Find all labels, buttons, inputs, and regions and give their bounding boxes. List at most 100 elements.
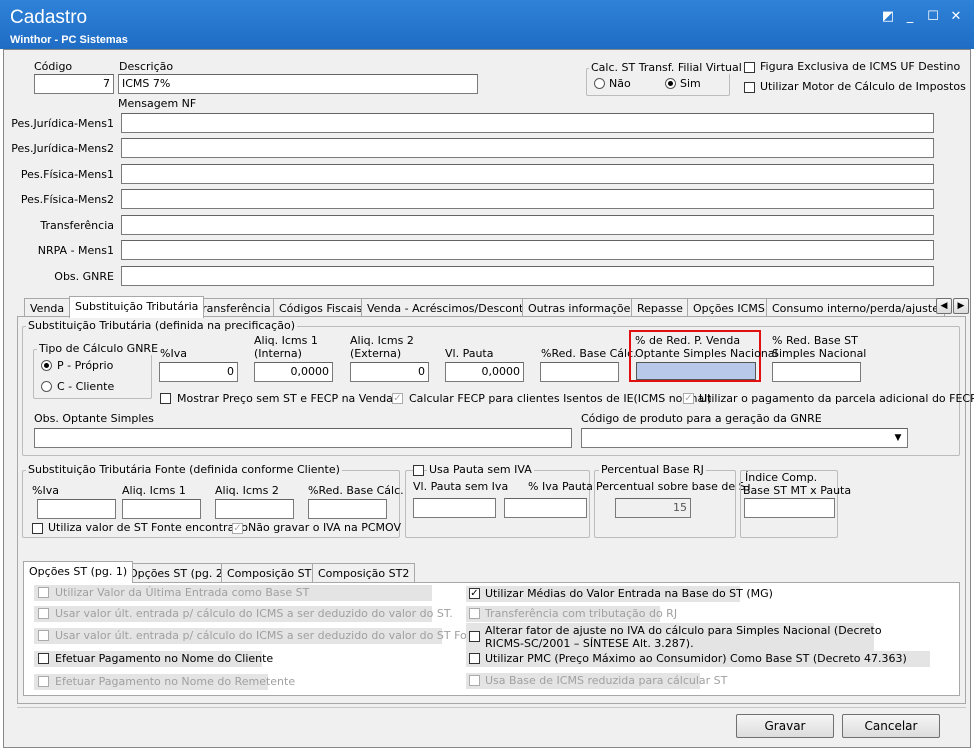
aliq-int-label1: Aliq. Icms 1 — [254, 334, 318, 347]
maximize-icon[interactable]: ☐ — [923, 9, 943, 24]
minimize-icon[interactable]: _ — [900, 9, 920, 24]
pagamento-cliente-checkbox[interactable] — [38, 653, 49, 664]
transferencia-rj-checkbox[interactable] — [469, 608, 480, 619]
tab-venda-acrescimos[interactable]: Venda - Acréscimos/Descontos — [361, 298, 542, 318]
tab-repasse[interactable]: Repasse — [631, 298, 689, 318]
subtab-opcoes-st-1[interactable]: Opções ST (pg. 1) — [23, 561, 134, 583]
tab-scroll-left-button[interactable]: ◀ — [936, 298, 952, 314]
tab-venda[interactable]: Venda — [24, 298, 71, 318]
red-venda-label2: Optante Simples Nacional — [635, 347, 778, 360]
nao-gravar-checkbox[interactable]: ✓ — [232, 523, 243, 534]
gnre-p-label: P - Próprio — [57, 359, 114, 372]
descricao-label: Descrição — [119, 60, 174, 73]
utiliza-valor-checkbox[interactable] — [32, 523, 43, 534]
usa-pauta-checkbox[interactable] — [413, 465, 424, 476]
utilizar-medias-checkbox[interactable]: ✓ — [469, 588, 480, 599]
usar-valor-st-checkbox[interactable] — [38, 608, 49, 619]
red-base-input[interactable] — [540, 362, 619, 382]
red-base-label: %Red. Base Cálc. — [541, 347, 637, 360]
cancelar-button[interactable]: Cancelar — [842, 714, 940, 738]
alterar-fator-label: Alterar fator de ajuste no IVA do cálcul… — [485, 624, 882, 637]
utiliza-valor-label: Utiliza valor de ST Fonte encontrado — [48, 521, 249, 534]
aliq-int-input[interactable]: 0,0000 — [254, 362, 333, 382]
tab-substituicao-tributaria[interactable]: Substituição Tributária — [69, 296, 205, 318]
red-base-st-label2: Simples Nacional — [772, 347, 867, 360]
subtab-composicao-st2[interactable]: Composição ST2 — [312, 563, 416, 583]
usar-valor-st-fonte-checkbox[interactable] — [38, 630, 49, 641]
percentual-input[interactable]: 15 — [615, 498, 691, 518]
fonte-red-label: %Red. Base Cálc. — [308, 484, 404, 497]
pj-mens2-label: Pes.Jurídica-Mens2 — [11, 142, 114, 155]
base-reduzida-checkbox[interactable] — [469, 675, 480, 686]
descricao-input[interactable]: ICMS 7% — [118, 74, 478, 94]
obs-optante-input[interactable] — [34, 428, 572, 448]
red-venda-input[interactable] — [636, 362, 756, 380]
restore-icon[interactable]: ◩ — [878, 9, 898, 24]
mensagem-nf-label: Mensagem NF — [118, 97, 197, 110]
vl-pauta-sem-iva-input[interactable] — [413, 498, 496, 518]
fonte-aliq1-input[interactable] — [122, 499, 201, 519]
codigo-gnre-select[interactable] — [581, 428, 908, 448]
percentual-title: Percentual Base RJ — [599, 463, 706, 476]
aliq-ext-input[interactable]: 0 — [350, 362, 429, 382]
utilizar-motor-checkbox[interactable] — [744, 82, 755, 93]
fonte-iva-label: %Iva — [32, 484, 59, 497]
usa-pauta-label: Usa Pauta sem IVA — [427, 463, 534, 476]
tab-opcoes-icms[interactable]: Opções ICMS — [687, 298, 771, 318]
tab-scroll-right-button[interactable]: ▶ — [953, 298, 969, 314]
figura-exclusiva-label: Figura Exclusiva de ICMS UF Destino — [760, 60, 961, 73]
iva-pauta-input[interactable] — [504, 498, 587, 518]
pj-mens1-input[interactable] — [121, 113, 934, 133]
obs-gnre-input[interactable] — [121, 266, 934, 286]
pf-mens1-input[interactable] — [121, 164, 934, 184]
fonte-aliq2-input[interactable] — [215, 499, 294, 519]
alterar-fator-checkbox[interactable] — [469, 631, 480, 642]
ultima-entrada-label: Utilizar Valor da Última Entrada como Ba… — [55, 586, 310, 599]
fonte-group-title: Substituição Tributária Fonte (definida … — [26, 463, 342, 476]
window-subtitle: Winthor - PC Sistemas — [10, 34, 128, 46]
nrpa-input[interactable] — [121, 240, 934, 260]
chevron-down-icon[interactable]: ▼ — [891, 431, 905, 446]
alterar-fator-label2: RICMS-SC/2001 – SÍNTESE Alt. 3.287). — [485, 637, 694, 650]
usar-valor-st-fonte-label: Usar valor últ. entrada p/ cálculo do IC… — [55, 629, 489, 642]
gnre-c-label: C - Cliente — [57, 380, 115, 393]
red-base-st-input[interactable] — [772, 362, 861, 382]
aliq-ext-label2: (Externa) — [350, 347, 402, 360]
pagamento-cliente-label: Efetuar Pagamento no Nome do Cliente — [55, 652, 274, 665]
codigo-input[interactable]: 7 — [34, 74, 114, 94]
calc-st-title: Calc. ST Transf. Filial Virtual — [589, 61, 744, 74]
codigo-gnre-label: Código de produto para a geração da GNRE — [581, 412, 822, 425]
subtab-composicao-st1[interactable]: Composição ST1 — [221, 563, 325, 583]
aliq-int-label2: (Interna) — [254, 347, 302, 360]
tab-codigos-fiscais[interactable]: Códigos Fiscais — [273, 298, 369, 318]
gnre-p-radio[interactable] — [41, 360, 52, 371]
utilizar-pagamento-checkbox[interactable]: ✓ — [683, 393, 694, 404]
utilizar-motor-label: Utilizar Motor de Cálculo de Impostos — [760, 80, 966, 93]
figura-exclusiva-checkbox[interactable] — [744, 62, 755, 73]
gravar-button[interactable]: Gravar — [736, 714, 834, 738]
calc-st-sim-radio[interactable] — [665, 78, 676, 89]
fonte-aliq1-label: Aliq. Icms 1 — [122, 484, 186, 497]
calc-st-nao-radio[interactable] — [594, 78, 605, 89]
fonte-iva-input[interactable] — [37, 499, 116, 519]
codigo-label: Código — [34, 60, 73, 73]
fonte-red-input[interactable] — [308, 499, 387, 519]
pagamento-remetente-checkbox[interactable] — [38, 676, 49, 687]
fonte-aliq2-label: Aliq. Icms 2 — [215, 484, 279, 497]
vl-pauta-input[interactable]: 0,0000 — [445, 362, 524, 382]
close-icon[interactable]: ✕ — [946, 9, 966, 24]
indice-input[interactable] — [744, 498, 835, 518]
tab-outras-informacoes[interactable]: Outras informações — [522, 298, 643, 318]
gnre-c-radio[interactable] — [41, 381, 52, 392]
ultima-entrada-checkbox[interactable] — [38, 587, 49, 598]
pj-mens2-input[interactable] — [121, 138, 934, 158]
pf-mens2-input[interactable] — [121, 189, 934, 209]
iva-input[interactable]: 0 — [159, 362, 238, 382]
subtab-opcoes-st-2[interactable]: Opções ST (pg. 2) — [123, 563, 234, 583]
gnre-group-title: Tipo de Cálculo GNRE — [37, 342, 161, 355]
utilizar-pmc-checkbox[interactable] — [469, 653, 480, 664]
calcular-fecp-checkbox[interactable]: ✓ — [392, 393, 403, 404]
tab-consumo-interno[interactable]: Consumo interno/perda/ajuste — [766, 298, 945, 318]
transferencia-input[interactable] — [121, 215, 934, 235]
mostrar-preco-checkbox[interactable] — [160, 393, 171, 404]
